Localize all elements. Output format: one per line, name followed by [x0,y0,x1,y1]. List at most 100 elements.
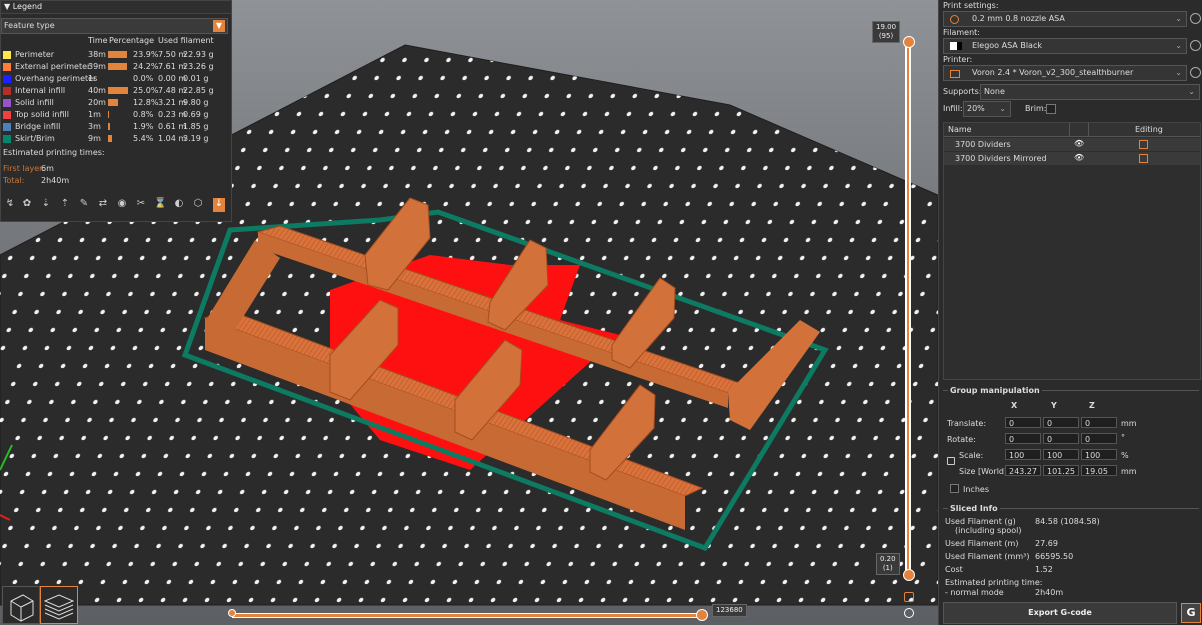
translate-z[interactable]: 0 [1081,417,1117,428]
view-type-select[interactable]: Feature type ▼ [1,18,228,34]
shells-icon[interactable]: ⬡ [192,198,204,212]
legend-weight: 3.19 g [183,134,209,143]
supports-select[interactable]: None ⌄ [980,84,1200,100]
wipe-icon[interactable]: ✿ [21,198,33,212]
collapse-arrow-icon[interactable]: ▼ [4,2,10,11]
total-label: Total: [3,176,25,185]
legend-header[interactable]: ▼ Legend [1,1,231,14]
tool-marker-icon[interactable]: ↓ [213,198,225,212]
legend-weight: 22.85 g [183,86,214,95]
object-row[interactable]: 3700 Dividers Mirrored 👁 [944,152,1200,165]
filament-swatch-icon [957,42,962,50]
gear-icon[interactable] [1190,40,1201,51]
chevron-down-icon[interactable]: ⌄ [1175,12,1182,26]
translate-x[interactable]: 0 [1005,417,1041,428]
move-end-knob[interactable] [696,609,708,621]
travel-icon[interactable]: ↯ [4,198,16,212]
brim-checkbox[interactable] [1046,104,1056,114]
3d-viewport[interactable]: ▼ Legend Feature type ▼ Time Percentage … [0,0,938,625]
printer-select[interactable]: Voron 2.4 * Voron_v2_300_stealthburner ⌄ [943,65,1187,81]
legend-row[interactable]: Top solid infill 1m 0.8% 0.23 m 0.69 g [1,109,231,121]
size-y[interactable]: 101.25 [1043,465,1079,476]
bottom-layer-knob[interactable] [903,569,915,581]
legend-title: Legend [12,2,43,11]
edit-icon[interactable] [1139,154,1148,163]
chevron-down-icon[interactable]: ⌄ [1188,85,1195,99]
infill-select[interactable]: 20% ⌄ [963,101,1011,117]
filament-select[interactable]: Elegoo ASA Black ⌄ [943,38,1187,54]
inches-label: Inches [963,485,989,494]
chevron-down-icon[interactable]: ⌄ [1175,66,1182,80]
legend-row[interactable]: Solid infill 20m 12.8% 3.21 m 9.80 g [1,97,231,109]
settings-cog-icon[interactable] [904,608,914,618]
eye-icon[interactable]: 👁 [1074,153,1084,162]
object-row[interactable]: 3700 Dividers 👁 [944,138,1200,151]
chevron-down-icon[interactable]: ⌄ [999,102,1006,116]
legend-length: 0.61 m [158,122,187,131]
col-editing[interactable]: Editing [1135,125,1163,134]
rotate-x[interactable]: 0 [1005,433,1041,444]
size-z[interactable]: 19.05 [1081,465,1117,476]
rotate-z[interactable]: 0 [1081,433,1117,444]
legend-weight: 22.93 g [183,50,214,59]
edit-icon[interactable] [1139,140,1148,149]
chevron-down-icon[interactable]: ▼ [213,20,225,32]
3d-view-icon[interactable] [2,586,40,624]
legend-row[interactable]: Internal infill 40m 25.0% 7.48 m 22.85 g [1,85,231,97]
gear-icon[interactable] [1190,67,1201,78]
color-change-icon[interactable]: ◉ [116,198,128,212]
bottom-layer-height: 0.20 [880,555,896,563]
legend-time: 38m [88,50,106,59]
chevron-down-icon[interactable]: ⌄ [1175,39,1182,53]
cost-value: 1.52 [1035,565,1053,574]
print-settings-select[interactable]: 0.2 mm 0.8 nozzle ASA ⌄ [943,11,1187,27]
move-slider-track[interactable] [232,613,702,618]
legend-percentage: 12.8% [133,98,159,107]
seams-icon[interactable]: ✎ [78,198,90,212]
printer-label: Printer: [943,55,973,64]
eye-icon[interactable]: 👁 [1074,139,1084,148]
legend-feature-name: Internal infill [15,86,66,95]
legend-row[interactable]: External perimeter 39m 24.2% 7.61 m 23.26 g [1,61,231,73]
top-layer-knob[interactable] [903,36,915,48]
used-g-value: 84.58 (1084.58) [1035,517,1100,526]
legend-feature-name: Skirt/Brim [15,134,55,143]
tool-change-icon[interactable]: ⇄ [97,198,109,212]
legend-weight: 0.69 g [183,110,209,119]
printer-icon [950,70,960,78]
size-x[interactable]: 243.27 [1005,465,1041,476]
translate-y[interactable]: 0 [1043,417,1079,428]
group-manipulation-panel: Group manipulation X Y Z Translate: 0 0 … [943,386,1199,501]
inches-checkbox[interactable] [950,484,959,493]
lock-icon[interactable] [947,457,955,465]
legend-swatch [3,111,11,119]
layer-slider-track[interactable] [905,40,911,576]
preview-layers-icon[interactable] [40,586,78,624]
send-gcode-icon[interactable]: G [1181,603,1201,623]
pause-icon[interactable]: ✂ [135,198,147,212]
legend-row[interactable]: Skirt/Brim 9m 5.4% 1.04 m 3.19 g [1,133,231,145]
scale-y[interactable]: 100 [1043,449,1079,460]
scale-z[interactable]: 100 [1081,449,1117,460]
col-name[interactable]: Name [948,125,972,134]
col-time: Time [88,36,108,45]
deretraction-icon[interactable]: ⇡ [59,198,71,212]
used-g-label: Used Filament (g) [945,517,1016,526]
scale-x[interactable]: 100 [1005,449,1041,460]
legend-weight: 1.85 g [183,122,209,131]
legend-row[interactable]: Bridge infill 3m 1.9% 0.61 m 1.85 g [1,121,231,133]
move-start-knob[interactable] [228,609,236,617]
legend-time: 20m [88,98,106,107]
legend-feature-name: Overhang perimeter [15,74,97,83]
legend-row[interactable]: Perimeter 38m 23.9% 7.50 m 22.93 g [1,49,231,61]
custom-gcode-icon[interactable]: ⌛ [154,198,166,212]
legend-feature-name: Bridge infill [15,122,61,131]
lock-icon[interactable] [904,592,914,602]
unit-label: % [1121,451,1129,460]
gear-icon[interactable] [1190,13,1201,24]
legend-row[interactable]: Overhang perimeter 1s 0.0% 0.00 m 0.01 g [1,73,231,85]
export-gcode-button[interactable]: Export G-code [943,602,1177,624]
retraction-icon[interactable]: ⇣ [40,198,52,212]
center-icon[interactable]: ◐ [173,198,185,212]
rotate-y[interactable]: 0 [1043,433,1079,444]
